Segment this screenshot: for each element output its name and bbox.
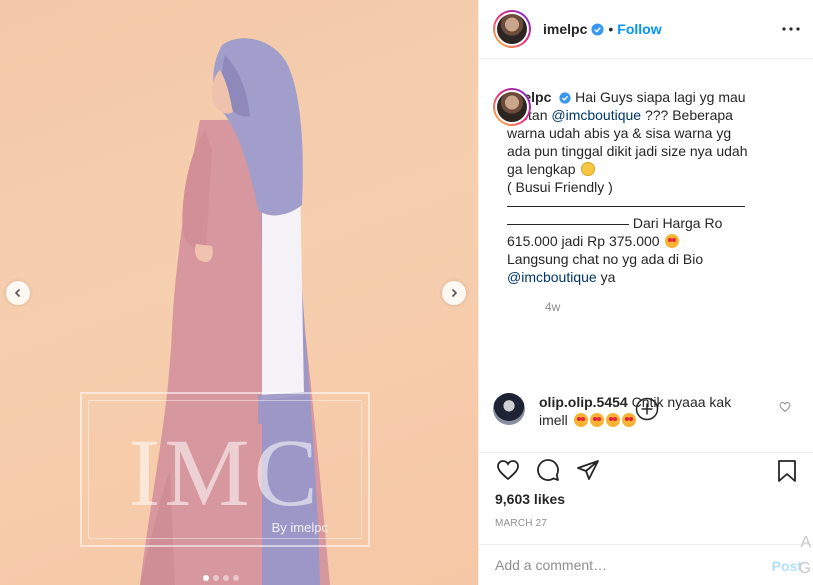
chevron-right-icon [451, 288, 458, 298]
comment-item: olip.olip.5454 Cntik nyaaa kak imell [493, 393, 799, 429]
paper-plane-icon [577, 460, 599, 480]
more-options-icon[interactable] [779, 17, 803, 41]
caption-text-line: ga lengkap [507, 161, 576, 177]
edge-letter: A [800, 534, 811, 551]
post-age[interactable]: 4w [545, 300, 797, 314]
share-button[interactable] [575, 457, 601, 483]
avatar-image [495, 12, 529, 46]
header-separator: • [608, 21, 614, 37]
next-image-button[interactable] [442, 281, 466, 305]
caption-line: Dari Harga Ro [507, 214, 748, 232]
heart-eyes-emoji-icon [665, 234, 680, 248]
comment-body: imell [539, 412, 568, 428]
caption-text-line: Dari Harga Ro [632, 215, 723, 231]
avatar-image [495, 90, 529, 124]
caption-text-line: ya [600, 269, 616, 285]
caption-text-line: ??? Beberapa [641, 107, 733, 123]
author-avatar[interactable] [493, 10, 531, 48]
commenter-username[interactable]: olip.olip.5454 [539, 394, 628, 410]
carousel-dots [203, 575, 239, 581]
edge-overflow-text: A G [799, 530, 811, 582]
caption-divider-line [507, 196, 748, 214]
like-button[interactable] [495, 457, 521, 483]
carousel-dot [203, 575, 209, 581]
caption-text-line: ( Busui Friendly ) [507, 179, 613, 195]
smile-emoji-icon [581, 162, 596, 176]
heart-eyes-emoji-icon [573, 413, 588, 427]
add-comment-form: Post [479, 544, 813, 585]
comment-like-heart-icon[interactable] [779, 401, 791, 413]
carousel-dot [233, 575, 239, 581]
comment-bubble-icon [537, 459, 559, 481]
edge-letter: G [798, 560, 811, 577]
carousel-dot [213, 575, 219, 581]
verified-badge-icon [591, 22, 604, 36]
caption-line: 615.000 jadi Rp 375.000 [507, 232, 748, 250]
caption-text-line: warna udah abis ya & sisa warna yg [507, 125, 732, 141]
watermark-inner-border [88, 400, 362, 539]
author-username[interactable]: imelpc [543, 21, 587, 37]
caption-line: ga lengkap [507, 160, 748, 178]
heart-eyes-emoji-icon [605, 413, 620, 427]
post-comment-button[interactable]: Post [772, 558, 802, 574]
caption-text-line: 615.000 jadi Rp 375.000 [507, 233, 660, 249]
heart-icon [497, 460, 519, 481]
divider-rule [507, 205, 745, 207]
heart-eyes-emoji-icon [621, 413, 636, 427]
action-icons [495, 457, 601, 483]
post-photo[interactable]: IMC By imelpc [0, 0, 478, 585]
caption-text-line: Langsung chat no yg ada di Bio [507, 251, 704, 267]
caption-line: imelpc Hai Guys siapa lagi yg mau [507, 88, 748, 106]
instagram-post-modal: IMC By imelpc imelpc • Follow imelpc Hai… [0, 0, 813, 585]
divider-rule [507, 223, 629, 225]
heart-eyes-emoji-icon [589, 413, 604, 427]
comment-button[interactable] [535, 457, 561, 483]
post-date[interactable]: MARCH 27 [495, 518, 547, 529]
follow-button[interactable]: Follow [617, 21, 661, 37]
verified-badge-icon [559, 92, 571, 104]
previous-image-button[interactable] [6, 281, 30, 305]
post-caption: imelpc Hai Guys siapa lagi yg mau Kaftan… [479, 59, 813, 429]
caption-text-line: Hai Guys siapa lagi yg mau [575, 89, 746, 105]
likes-count[interactable]: 9,603 likes [495, 491, 565, 507]
bookmark-icon[interactable] [776, 459, 798, 483]
post-details-pane: imelpc • Follow imelpc Hai Guys siapa la… [478, 0, 813, 585]
chevron-left-icon [14, 288, 21, 298]
comment-text: olip.olip.5454 Cntik nyaaa kak imell [539, 393, 759, 429]
mention-link[interactable]: @imcboutique [551, 107, 641, 123]
comment-body: Cntik nyaaa kak [631, 394, 732, 410]
carousel-dot [223, 575, 229, 581]
caption-row: imelpc Hai Guys siapa lagi yg mau Kaftan… [493, 88, 797, 286]
post-header: imelpc • Follow [479, 0, 813, 59]
caption-line: Kaftan @imcboutique ??? Beberapa [507, 106, 748, 124]
mention-link[interactable]: @imcboutique [507, 269, 597, 285]
caption-text-line: ada pun tinggal dikit jadi size nya udah [507, 143, 748, 159]
caption-author-avatar[interactable] [493, 88, 531, 126]
commenter-avatar[interactable] [493, 393, 525, 425]
brand-watermark: IMC By imelpc [80, 392, 370, 547]
comment-input[interactable] [495, 557, 755, 573]
caption-text: imelpc Hai Guys siapa lagi yg mau Kaftan… [507, 88, 748, 286]
caption-line: @imcboutique ya [507, 268, 748, 286]
post-actions: 9,603 likes MARCH 27 Post [479, 452, 813, 584]
watermark-byline: By imelpc [271, 520, 328, 535]
